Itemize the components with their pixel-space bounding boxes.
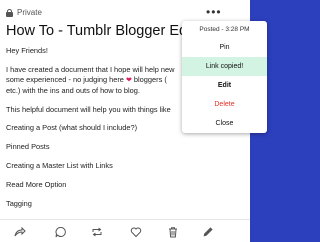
privacy-label: Private <box>17 8 42 17</box>
trash-icon[interactable] <box>167 226 179 238</box>
reply-icon[interactable] <box>55 226 67 238</box>
posted-time: Posted - 3:28 PM <box>199 26 250 33</box>
reblog-icon[interactable] <box>91 226 103 238</box>
section-item: Read More Option <box>6 180 67 189</box>
close-menu-item[interactable]: Close <box>182 114 267 133</box>
edit-menu-item[interactable]: Edit <box>182 76 267 95</box>
delete-menu-item[interactable]: Delete <box>182 95 267 114</box>
section-item: Creating a Master List with Links <box>6 161 113 170</box>
section-item: Tagging <box>6 199 32 208</box>
post-options-menu: Posted - 3:28 PM Pin Link copied! Edit D… <box>182 21 267 133</box>
heart-icon[interactable] <box>130 226 142 238</box>
share-icon[interactable] <box>14 226 26 238</box>
copy-link-menu-item[interactable]: Link copied! <box>182 57 267 76</box>
privacy-indicator: Private <box>6 8 42 17</box>
heart-emoji-icon: ❤ <box>125 77 132 84</box>
section-item: Pinned Posts <box>6 142 50 151</box>
pin-menu-item[interactable]: Pin <box>182 38 267 57</box>
pencil-icon[interactable] <box>202 226 214 238</box>
post-actions-bar <box>0 219 250 242</box>
lock-icon <box>6 8 13 17</box>
more-options-icon[interactable]: ••• <box>206 5 222 19</box>
